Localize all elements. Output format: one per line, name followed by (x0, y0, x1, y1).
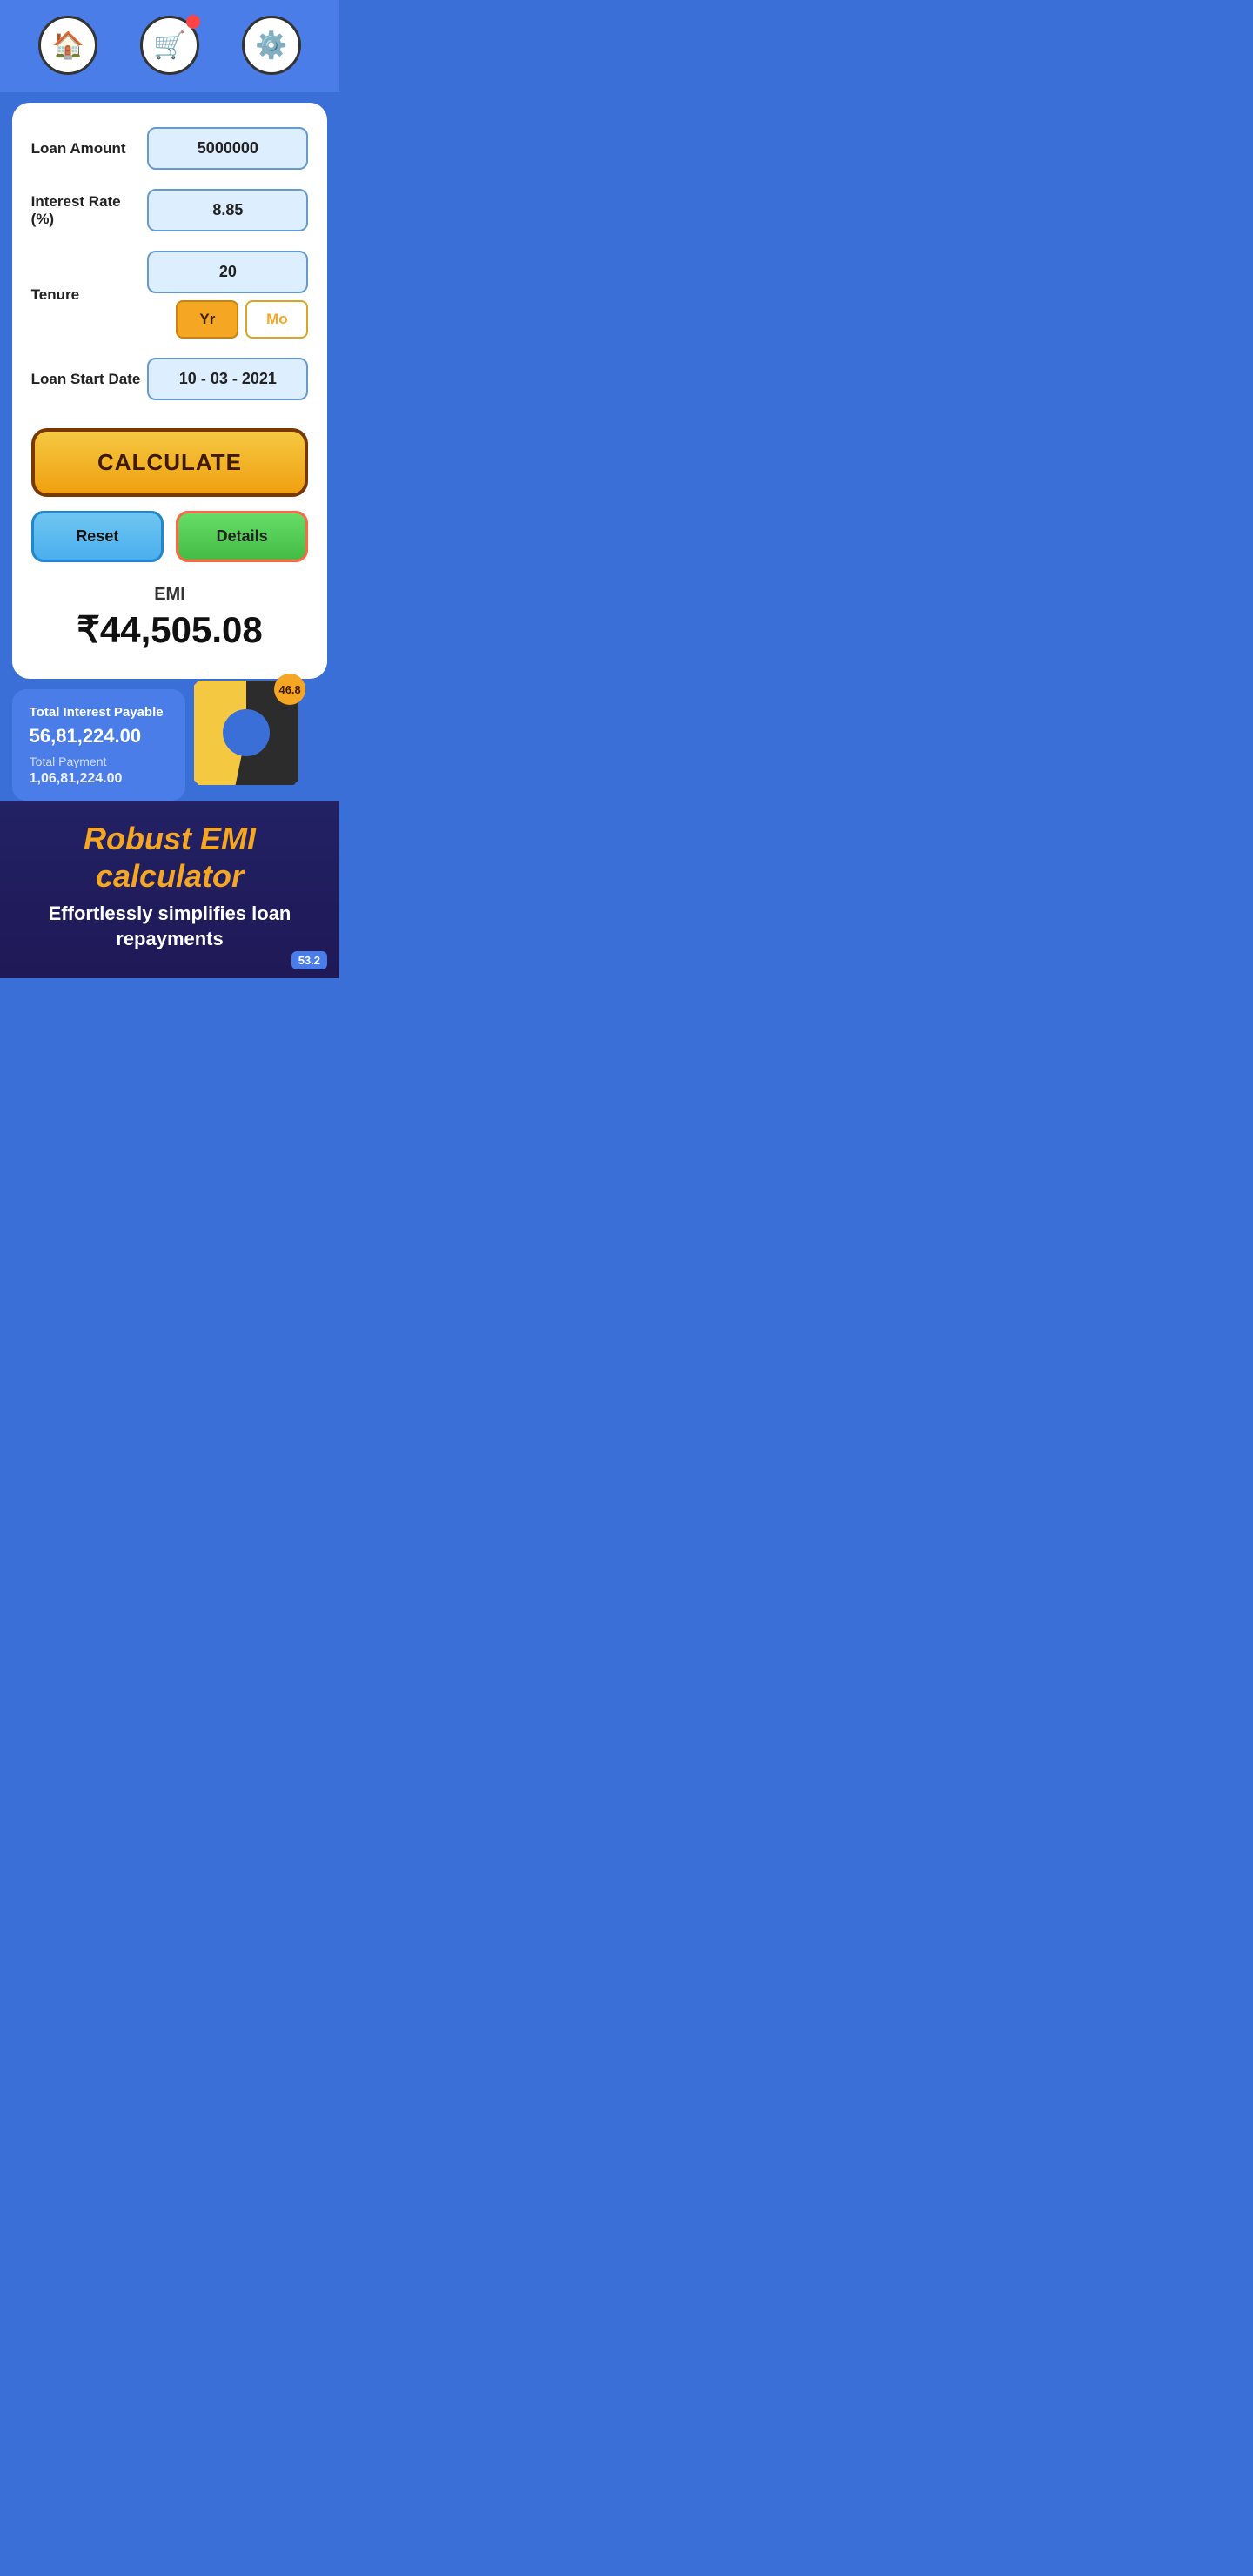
cart-icon: 🛒 (153, 30, 185, 61)
main-card: Loan Amount Interest Rate (%) Tenure Yr … (12, 103, 328, 679)
action-row: Reset Details (31, 511, 309, 562)
cart-button[interactable]: 🛒 (140, 16, 199, 75)
loan-amount-label: Loan Amount (31, 140, 148, 158)
total-payment-value: 1,06,81,224.00 (30, 771, 168, 787)
loan-amount-row: Loan Amount (31, 127, 309, 170)
pie-chart: 46.8 (194, 681, 298, 785)
interest-rate-label: Interest Rate (%) (31, 193, 148, 228)
header: 🏠 🛒 ⚙️ (0, 0, 339, 92)
tenure-input[interactable] (147, 251, 308, 293)
brand-title: Robust EMI calculator (21, 820, 318, 895)
brand-subtitle: Effortlessly simplifies loan repayments (21, 902, 318, 951)
loan-start-row: Loan Start Date (31, 358, 309, 400)
calculate-button[interactable]: CALCULATE (31, 428, 309, 497)
reset-button[interactable]: Reset (31, 511, 164, 562)
total-payment-label: Total Payment (30, 755, 168, 768)
pie-badge: 46.8 (274, 674, 305, 705)
sub-labels: Total Payment 1,06,81,224.00 (30, 755, 168, 787)
emi-value: ₹44,505.08 (31, 608, 309, 651)
settings-icon: ⚙️ (255, 30, 287, 61)
loan-start-input[interactable] (147, 358, 308, 400)
tenure-section: Yr Mo (147, 251, 308, 339)
interest-title: Total Interest Payable (30, 705, 168, 720)
tenure-mo-button[interactable]: Mo (245, 300, 308, 339)
home-button[interactable]: 🏠 (38, 16, 97, 75)
tenure-toggle-row: Yr Mo (176, 300, 308, 339)
interest-value: 56,81,224.00 (30, 725, 168, 748)
loan-start-label: Loan Start Date (31, 371, 148, 388)
version-badge: 53.2 (291, 951, 327, 969)
brand-overlay: Robust EMI calculator Effortlessly simpl… (0, 801, 339, 978)
details-button[interactable]: Details (176, 511, 308, 562)
loan-amount-input[interactable] (147, 127, 308, 170)
tenure-label: Tenure (31, 286, 148, 304)
interest-rate-row: Interest Rate (%) (31, 189, 309, 231)
tenure-yr-button[interactable]: Yr (176, 300, 238, 339)
bottom-wrapper: Total Interest Payable 56,81,224.00 Tota… (0, 679, 339, 978)
emi-label: EMI (31, 585, 309, 605)
interest-card: Total Interest Payable 56,81,224.00 Tota… (12, 689, 185, 801)
interest-rate-input[interactable] (147, 189, 308, 231)
settings-button[interactable]: ⚙️ (242, 16, 301, 75)
emi-section: EMI ₹44,505.08 (31, 571, 309, 658)
tenure-row: Tenure Yr Mo (31, 251, 309, 339)
home-icon: 🏠 (52, 30, 84, 61)
